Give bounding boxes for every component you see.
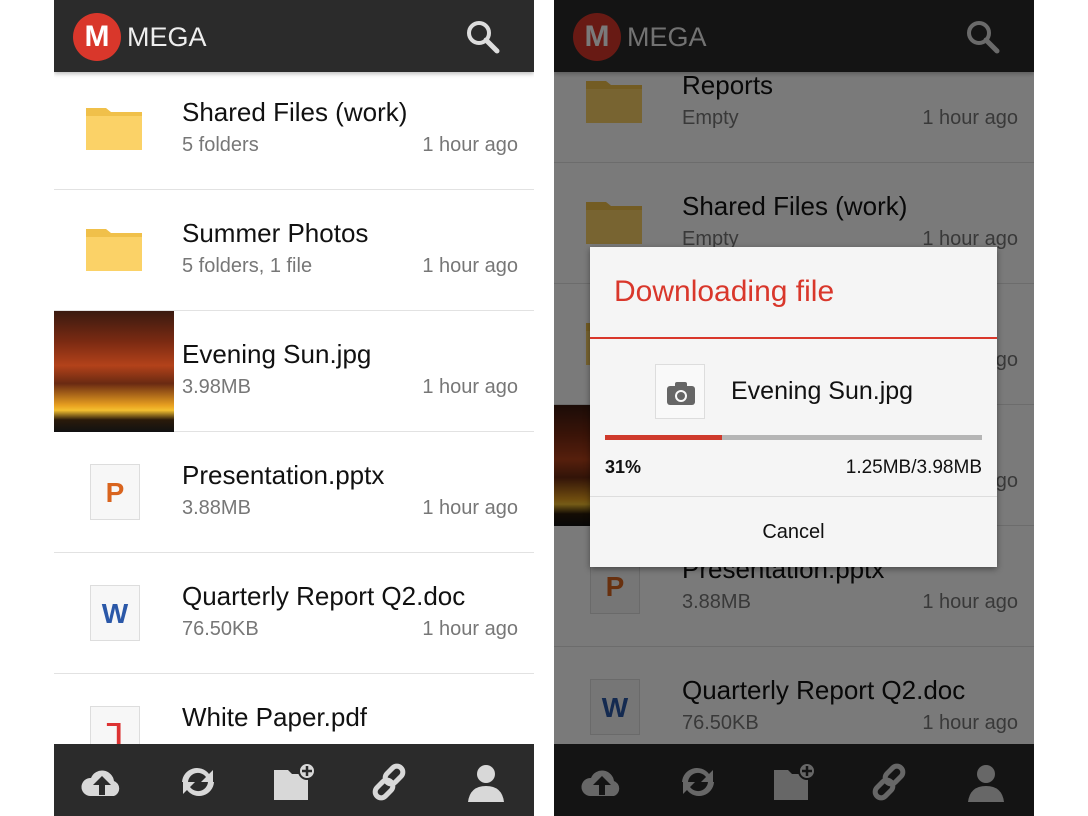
item-time: 1 hour ago (422, 618, 518, 640)
download-filename: Evening Sun.jpg (731, 377, 914, 405)
item-name: Shared Files (work) (182, 97, 408, 127)
camera-file-icon (655, 364, 705, 419)
search-icon[interactable] (466, 20, 500, 54)
item-details: 76.50KB (182, 618, 259, 640)
download-screen: M MEGA Reports Empty 1 hour ago Shared F… (554, 0, 1034, 816)
item-name: White Paper.pdf (182, 702, 367, 732)
dialog-title: Downloading file (614, 275, 835, 308)
app-title: MEGA (127, 22, 207, 52)
list-item[interactable]: P Presentation.pptx 3.88MB 1 hour ago (54, 432, 534, 553)
item-name: Presentation.pptx (182, 460, 385, 490)
item-name: Summer Photos (182, 218, 369, 248)
folder-icon (86, 229, 142, 271)
progress-percent: 31% (605, 457, 642, 477)
item-time: 1 hour ago (422, 255, 518, 277)
item-time: 1 hour ago (422, 134, 518, 156)
item-details: 5 folders, 1 file (182, 255, 313, 277)
item-details: 3.88MB (182, 497, 251, 519)
item-time: 1 hour ago (422, 376, 518, 398)
item-time: 1 hour ago (422, 497, 518, 519)
app-header: M MEGA (54, 0, 534, 72)
title-divider (590, 337, 997, 339)
cancel-button[interactable]: Cancel (590, 497, 997, 567)
progress-size: 1.25MB/3.98MB (845, 457, 982, 478)
item-name: Evening Sun.jpg (182, 339, 372, 369)
list-item[interactable]: Shared Files (work) 5 folders 1 hour ago (54, 69, 534, 190)
list-item[interactable]: W Quarterly Report Q2.doc 76.50KB 1 hour… (54, 553, 534, 674)
download-dialog: Downloading file Evening Sun.jpg 31% 1.2… (590, 247, 997, 567)
sync-icon[interactable] (176, 762, 220, 802)
word-file-icon: W (90, 585, 140, 641)
list-item[interactable]: Summer Photos 5 folders, 1 file 1 hour a… (54, 190, 534, 311)
file-list-screen: M MEGA Shared Files (work) 5 folders 1 h… (54, 0, 534, 816)
download-progress-bar (605, 435, 982, 440)
image-thumbnail (54, 311, 174, 432)
folder-icon (86, 108, 142, 150)
item-name: Quarterly Report Q2.doc (182, 581, 466, 611)
list-item[interactable]: Evening Sun.jpg 3.98MB 1 hour ago (54, 311, 534, 432)
link-icon[interactable] (368, 762, 412, 802)
mega-logo: M (73, 13, 121, 61)
pptx-file-icon: P (90, 464, 140, 520)
new-folder-icon[interactable] (272, 762, 316, 802)
item-details: 3.98MB (182, 376, 251, 398)
item-details: 5 folders (182, 134, 259, 156)
bottom-toolbar (54, 744, 534, 816)
account-icon[interactable] (464, 762, 508, 802)
cloud-upload-icon[interactable] (80, 762, 124, 802)
